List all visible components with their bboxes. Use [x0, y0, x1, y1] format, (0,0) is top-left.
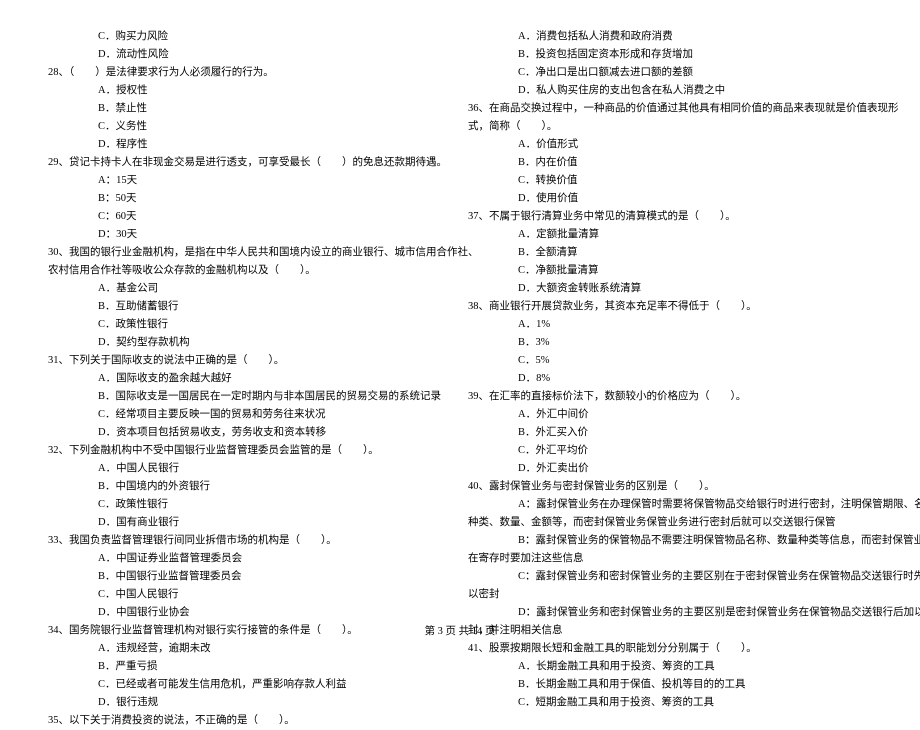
right_column-line: A．1% — [468, 316, 872, 334]
left_column-line: D．程序性 — [48, 136, 452, 154]
left_column-line: D．契约型存款机构 — [48, 334, 452, 352]
left_column-line: B．互助储蓄银行 — [48, 298, 452, 316]
left_column-line: 32、下列金融机构中不受中国银行业监督管理委员会监管的是（ ）。 — [48, 442, 452, 460]
left_column-line: D．流动性风险 — [48, 46, 452, 64]
left_column-line: 28、（ ）是法律要求行为人必须履行的行为。 — [48, 64, 452, 82]
left_column-line: A：15天 — [48, 172, 452, 190]
right_column-line: 38、商业银行开展贷款业务，其资本充足率不得低于（ ）。 — [468, 298, 872, 316]
right_column-line: 在寄存时要加注这些信息 — [468, 550, 872, 568]
left_column-line: 30、我国的银行业金融机构，是指在中华人民共和国境内设立的商业银行、城市信用合作… — [48, 244, 452, 262]
left_column-line: B．禁止性 — [48, 100, 452, 118]
right_column-line: B．内在价值 — [468, 154, 872, 172]
right_column-line: C：露封保管业务和密封保管业务的主要区别在于密封保管业务在保管物品交送银行时先加 — [468, 568, 872, 586]
left_column-line: 35、以下关于消费投资的说法，不正确的是（ ）。 — [48, 712, 452, 730]
left_column-line: C．政策性银行 — [48, 316, 452, 334]
right_column-line: B．全额清算 — [468, 244, 872, 262]
right_column-line: B．长期金融工具和用于保值、投机等目的的工具 — [468, 676, 872, 694]
right_column-line: C．外汇平均价 — [468, 442, 872, 460]
left_column-line: C：60天 — [48, 208, 452, 226]
right_column-line: A．消费包括私人消费和政府消费 — [468, 28, 872, 46]
left_column-line: B．国际收支是一国居民在一定时期内与非本国居民的贸易交易的系统记录 — [48, 388, 452, 406]
right_column-line: 41、股票按期限长短和金融工具的职能划分分别属于（ ）。 — [468, 640, 872, 658]
right_column-line: A：露封保管业务在办理保管时需要将保管物品交给银行时进行密封，注明保管期限、名称… — [468, 496, 872, 514]
right_column-line: C．转换价值 — [468, 172, 872, 190]
right_column-line: 式，简称（ ）。 — [468, 118, 872, 136]
right-column: A．消费包括私人消费和政府消费B．投资包括固定资本形成和存货增加C．净出口是出口… — [460, 28, 880, 610]
page-footer: 第 3 页 共 14 页 — [0, 623, 920, 638]
left_column-line: A．授权性 — [48, 82, 452, 100]
left_column-line: A．违规经营，逾期未改 — [48, 640, 452, 658]
right_column-line: D．8% — [468, 370, 872, 388]
left_column-line: C．中国人民银行 — [48, 586, 452, 604]
left_column-line: 33、我国负责监督管理银行间同业拆借市场的机构是（ ）。 — [48, 532, 452, 550]
left-column: C．购买力风险D．流动性风险28、（ ）是法律要求行为人必须履行的行为。A．授权… — [40, 28, 460, 610]
left_column-line: D：30天 — [48, 226, 452, 244]
right_column-line: B．3% — [468, 334, 872, 352]
left_column-line: D．资本项目包括贸易收支，劳务收支和资本转移 — [48, 424, 452, 442]
left_column-line: D．中国银行业协会 — [48, 604, 452, 622]
right_column-line: D．私人购买住房的支出包含在私人消费之中 — [468, 82, 872, 100]
left_column-line: C．已经或者可能发生信用危机，严重影响存款人利益 — [48, 676, 452, 694]
left_column-line: A．基金公司 — [48, 280, 452, 298]
right_column-line: C．净出口是出口额减去进口额的差额 — [468, 64, 872, 82]
right_column-line: 种类、数量、金额等，而密封保管业务保管业务进行密封后就可以交送银行保管 — [468, 514, 872, 532]
right_column-line: A．价值形式 — [468, 136, 872, 154]
left_column-line: A．国际收支的盈余越大越好 — [48, 370, 452, 388]
right_column-line: 以密封 — [468, 586, 872, 604]
right_column-line: 39、在汇率的直接标价法下，数额较小的价格应为（ ）。 — [468, 388, 872, 406]
left_column-line: B．中国境内的外资银行 — [48, 478, 452, 496]
right_column-line: C．净额批量清算 — [468, 262, 872, 280]
left_column-line: A．中国证券业监督管理委员会 — [48, 550, 452, 568]
right_column-line: A．外汇中间价 — [468, 406, 872, 424]
left_column-line: 农村信用合作社等吸收公众存款的金融机构以及（ ）。 — [48, 262, 452, 280]
right_column-line: A．长期金融工具和用于投资、筹资的工具 — [468, 658, 872, 676]
right_column-line: D：露封保管业务和密封保管业务的主要区别是密封保管业务在保管物品交送银行后加以密 — [468, 604, 872, 622]
right_column-line: C．短期金融工具和用于投资、筹资的工具 — [468, 694, 872, 712]
right_column-line: A．定额批量清算 — [468, 226, 872, 244]
left_column-line: 31、下列关于国际收支的说法中正确的是（ ）。 — [48, 352, 452, 370]
right_column-line: 40、露封保管业务与密封保管业务的区别是（ ）。 — [468, 478, 872, 496]
right_column-line: B．外汇买入价 — [468, 424, 872, 442]
right_column-line: D．外汇卖出价 — [468, 460, 872, 478]
document-container: C．购买力风险D．流动性风险28、（ ）是法律要求行为人必须履行的行为。A．授权… — [0, 0, 920, 610]
left_column-line: C．义务性 — [48, 118, 452, 136]
left_column-line: D．国有商业银行 — [48, 514, 452, 532]
right_column-line: D．大额资金转账系统清算 — [468, 280, 872, 298]
left_column-line: C．政策性银行 — [48, 496, 452, 514]
right_column-line: B．投资包括固定资本形成和存货增加 — [468, 46, 872, 64]
left_column-line: C．购买力风险 — [48, 28, 452, 46]
right_column-line: D．使用价值 — [468, 190, 872, 208]
left_column-line: C．经常项目主要反映一国的贸易和劳务往来状况 — [48, 406, 452, 424]
left_column-line: 29、贷记卡持卡人在非现金交易是进行透支，可享受最长（ ）的免息还款期待遇。 — [48, 154, 452, 172]
left_column-line: A．中国人民银行 — [48, 460, 452, 478]
right_column-line: B：露封保管业务的保管物品不需要注明保管物品名称、数量种类等信息，而密封保管业务 — [468, 532, 872, 550]
left_column-line: B．严重亏损 — [48, 658, 452, 676]
left_column-line: B：50天 — [48, 190, 452, 208]
right_column-line: 36、在商品交换过程中，一种商品的价值通过其他具有相同价值的商品来表现就是价值表… — [468, 100, 872, 118]
left_column-line: B．中国银行业监督管理委员会 — [48, 568, 452, 586]
left_column-line: D．银行违规 — [48, 694, 452, 712]
right_column-line: C．5% — [468, 352, 872, 370]
right_column-line: 37、不属于银行清算业务中常见的清算模式的是（ ）。 — [468, 208, 872, 226]
